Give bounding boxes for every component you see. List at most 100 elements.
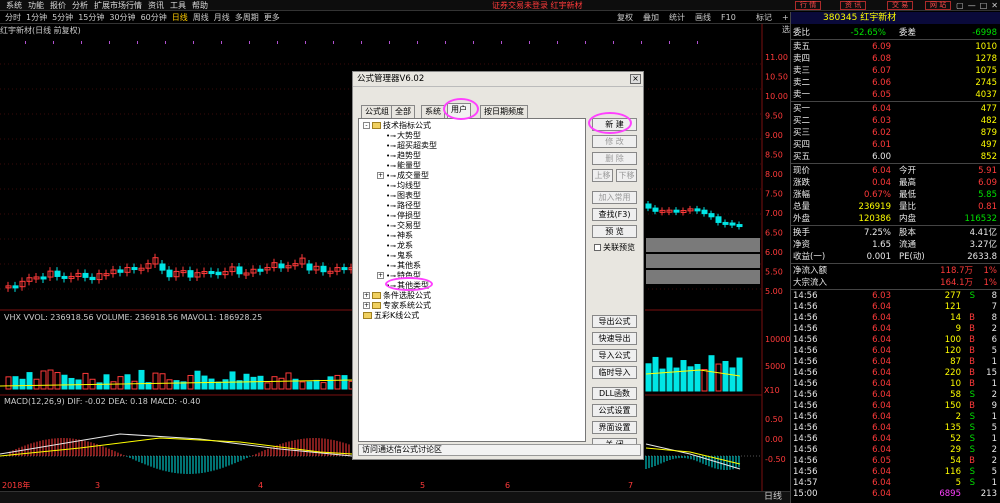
expand-icon[interactable]: + — [363, 302, 370, 309]
tick-price: 6.04 — [872, 489, 891, 499]
volume-bar — [152, 372, 159, 390]
tab-system[interactable]: 系统 — [421, 105, 445, 118]
tick-row: 14:56 6.05 54 B 2 — [791, 456, 1000, 467]
close-icon[interactable]: ✕ — [991, 1, 998, 10]
stat-value: 5.85 — [978, 190, 997, 200]
menu-item[interactable]: 工具 — [170, 0, 186, 11]
collapse-icon[interactable]: - — [363, 122, 370, 129]
period-tab[interactable]: 15分钟 — [78, 12, 104, 24]
tree-item[interactable]: •⊸神系 — [377, 231, 413, 241]
import-button[interactable]: 导入公式 — [592, 349, 637, 362]
formula-tree[interactable]: - 技术指标公式 •⊸大势型 •⊸超买超卖型 •⊸趋势型 •⊸能量型 + •⊸成交量型 •⊸均线… — [358, 118, 586, 442]
toolbar-button[interactable]: 叠加 — [643, 12, 659, 24]
tree-item[interactable]: •⊸停损型 — [377, 211, 421, 221]
preview-button[interactable]: 预 览 — [592, 225, 637, 238]
tick-vol: 120 — [944, 346, 961, 356]
ui-settings-button[interactable]: 界面设置 — [592, 421, 637, 434]
tree-item[interactable]: + 专家系统公式 — [363, 301, 431, 311]
stat-label: 净资 — [793, 240, 811, 250]
tree-item[interactable]: •⊸路径型 — [377, 201, 421, 211]
tree-item[interactable]: + •⊸成交量型 — [377, 171, 429, 181]
top-nav-button[interactable]: 资 讯 — [840, 1, 867, 10]
volume-bar — [320, 382, 327, 390]
close-icon[interactable]: × — [630, 74, 641, 84]
maximize-icon[interactable]: □ — [980, 1, 988, 10]
expand-icon[interactable]: + — [377, 272, 384, 279]
menu-item[interactable]: 扩展市场行情 — [94, 0, 142, 11]
checkbox-box[interactable] — [594, 244, 601, 251]
tree-item[interactable]: •⊸均线型 — [377, 181, 421, 191]
expand-icon[interactable]: + — [377, 172, 384, 179]
volume-bar — [117, 376, 124, 390]
period-tab[interactable]: 30分钟 — [109, 12, 135, 24]
toolbar-button[interactable]: F10 — [721, 12, 736, 24]
marker — [501, 41, 502, 44]
tick-vol: 52 — [950, 434, 961, 444]
tree-item[interactable]: •⊸图表型 — [377, 191, 421, 201]
stat-label: 最低 — [899, 190, 917, 200]
menu-item[interactable]: 报价 — [50, 0, 66, 11]
tab-date-frequency[interactable]: 按日期频度 — [480, 105, 528, 118]
top-nav-button[interactable]: 交 易 — [887, 1, 914, 10]
toolbar-button[interactable]: 统计 — [669, 12, 685, 24]
tree-item[interactable]: •⊸龙系 — [377, 241, 413, 251]
candle-body — [12, 285, 19, 289]
period-tab[interactable]: 1分钟 — [26, 12, 47, 24]
menu-item[interactable]: 系统 — [6, 0, 22, 11]
add-favorite-button[interactable]: 加入常用 — [592, 191, 637, 204]
expand-icon[interactable]: + — [363, 292, 370, 299]
tree-item[interactable]: - 技术指标公式 — [363, 121, 431, 131]
tree-item[interactable]: •⊸超买超卖型 — [377, 141, 437, 151]
tree-item[interactable]: 五彩K线公式 — [363, 311, 419, 321]
tree-item[interactable]: •⊸趋势型 — [377, 151, 421, 161]
temp-import-button[interactable]: 临时导入 — [592, 366, 637, 379]
toolbar-button[interactable]: 标记 — [756, 12, 772, 24]
period-tab[interactable]: 多周期 — [235, 12, 259, 24]
tree-item[interactable]: •⊸大势型 — [377, 131, 421, 141]
dialog-status-link[interactable]: 访问通达信公式讨论区 — [358, 444, 641, 456]
period-tab[interactable]: 5分钟 — [52, 12, 73, 24]
tree-item[interactable]: •⊸交易型 — [377, 221, 421, 231]
toolbar-button[interactable]: 画线 — [695, 12, 711, 24]
marker — [221, 41, 222, 44]
move-down-button[interactable]: 下移 — [616, 169, 637, 182]
tick-vol: 9 — [955, 324, 961, 334]
period-tab[interactable]: 更多 — [264, 12, 280, 24]
export-button[interactable]: 导出公式 — [592, 315, 637, 328]
linked-preview-checkbox[interactable]: 关联预览 — [594, 243, 635, 253]
tree-item[interactable]: •⊸其他系 — [377, 261, 421, 271]
menu-item[interactable]: 功能 — [28, 0, 44, 11]
tree-item[interactable]: •⊸鬼系 — [377, 251, 413, 261]
period-tab[interactable]: 月线 — [214, 12, 230, 24]
period-tab[interactable]: 周线 — [193, 12, 209, 24]
divider — [791, 101, 1000, 102]
top-nav-button[interactable]: 行 情 — [795, 1, 822, 10]
formula-icon: •⊸ — [386, 202, 396, 210]
period-tab[interactable]: 日线 — [172, 12, 188, 24]
tab-group[interactable]: 公式组 — [361, 105, 393, 118]
move-up-button[interactable]: 上移 — [592, 169, 613, 182]
minimize-icon[interactable]: — — [968, 1, 976, 10]
menu-item[interactable]: 分析 — [72, 0, 88, 11]
tick-side: S — [969, 467, 975, 477]
tick-time: 14:56 — [793, 401, 818, 411]
period-tab[interactable]: 60分钟 — [141, 12, 167, 24]
edit-button[interactable]: 修 改 — [592, 135, 637, 148]
formula-settings-button[interactable]: 公式设置 — [592, 404, 637, 417]
delete-button[interactable]: 删 除 — [592, 152, 637, 165]
candle-body — [652, 207, 659, 212]
overlay-box — [646, 238, 760, 252]
toolbar-button[interactable]: 复权 — [617, 12, 633, 24]
tab-all[interactable]: 全部 — [391, 105, 415, 118]
bid-row: 买五 6.00 852 — [791, 152, 1000, 163]
period-tab[interactable]: 分时 — [5, 12, 21, 24]
tree-item[interactable]: + 条件选股公式 — [363, 291, 431, 301]
restore-icon[interactable]: ▢ — [956, 1, 964, 10]
quick-export-button[interactable]: 快速导出 — [592, 332, 637, 345]
find-button[interactable]: 查找(F3) — [592, 208, 637, 221]
menu-item[interactable]: 资讯 — [148, 0, 164, 11]
tree-item[interactable]: •⊸能量型 — [377, 161, 421, 171]
top-nav-button[interactable]: 网 站 — [925, 1, 952, 10]
dll-function-button[interactable]: DLL函数 — [592, 387, 637, 400]
menu-item[interactable]: 帮助 — [192, 0, 208, 11]
